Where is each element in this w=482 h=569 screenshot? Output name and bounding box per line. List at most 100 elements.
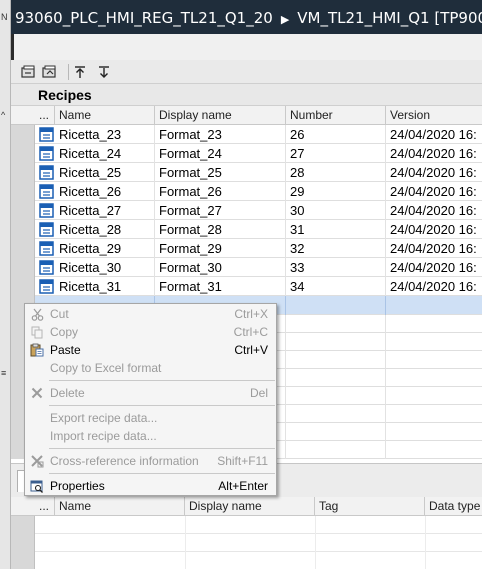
breadcrumb-project[interactable]: 93060_PLC_HMI_REG_TL21_Q1_20 [15, 9, 273, 27]
cell-name[interactable]: Ricetta_28 [35, 220, 155, 239]
menu-item-paste[interactable]: Paste Ctrl+V [26, 341, 275, 359]
cell-version[interactable] [386, 405, 482, 423]
cell-version[interactable]: 24/04/2020 16: [386, 144, 482, 163]
cell-version[interactable] [386, 369, 482, 387]
menu-item-properties[interactable]: Properties Alt+Enter [26, 477, 275, 495]
cell-display-name[interactable]: Format_26 [155, 182, 286, 201]
row-header[interactable] [11, 163, 35, 182]
column-header-more[interactable]: ... [35, 106, 55, 125]
table-row[interactable]: Ricetta_30 Format_30 33 24/04/2020 16: [11, 258, 482, 277]
cell-display-name[interactable]: Format_27 [155, 201, 286, 220]
cell-number[interactable]: 34 [286, 277, 386, 296]
cell-number[interactable]: 26 [286, 125, 386, 144]
table-row[interactable]: Ricetta_25 Format_25 28 24/04/2020 16: [11, 163, 482, 182]
column-header-more[interactable]: ... [35, 497, 55, 516]
cell-number[interactable]: 29 [286, 182, 386, 201]
table-row[interactable]: Ricetta_27 Format_27 30 24/04/2020 16: [11, 201, 482, 220]
cell-version[interactable] [386, 296, 482, 315]
table-row[interactable]: Ricetta_23 Format_23 26 24/04/2020 16: [11, 125, 482, 144]
cell-name[interactable]: Ricetta_30 [35, 258, 155, 277]
cell-name[interactable]: Ricetta_29 [35, 239, 155, 258]
menu-item-cross-reference[interactable]: Cross-reference information Shift+F11 [26, 452, 275, 470]
recipe-import-icon[interactable] [41, 63, 59, 81]
menu-item-cut[interactable]: Cut Ctrl+X [26, 305, 275, 323]
column-header-version[interactable]: Version [386, 106, 482, 125]
cell-number[interactable] [286, 351, 386, 369]
table-row[interactable]: Ricetta_24 Format_24 27 24/04/2020 16: [11, 144, 482, 163]
row-header[interactable] [11, 144, 35, 163]
cell-number[interactable] [286, 296, 386, 315]
cell-number[interactable] [286, 423, 386, 441]
row-header[interactable] [11, 534, 35, 552]
table-row-empty[interactable] [11, 552, 482, 569]
recipe-add-icon[interactable] [20, 63, 38, 81]
cell-version[interactable]: 24/04/2020 16: [386, 201, 482, 220]
cell-display-name[interactable]: Format_30 [155, 258, 286, 277]
row-header[interactable] [11, 182, 35, 201]
table-row[interactable]: Ricetta_29 Format_29 32 24/04/2020 16: [11, 239, 482, 258]
cell-display-name[interactable]: Format_31 [155, 277, 286, 296]
cell-number[interactable]: 33 [286, 258, 386, 277]
cell-version[interactable] [386, 351, 482, 369]
cell-name[interactable]: Ricetta_24 [35, 144, 155, 163]
cell-version[interactable]: 24/04/2020 16: [386, 163, 482, 182]
cell-display-name[interactable]: Format_23 [155, 125, 286, 144]
cell-version[interactable]: 24/04/2020 16: [386, 125, 482, 144]
row-header[interactable] [11, 239, 35, 258]
cell-number[interactable]: 27 [286, 144, 386, 163]
cell-number[interactable] [286, 387, 386, 405]
cell-name[interactable]: Ricetta_27 [35, 201, 155, 220]
row-header[interactable] [11, 258, 35, 277]
move-down-icon[interactable] [95, 63, 113, 81]
column-header-name[interactable]: Name [55, 106, 155, 125]
row-header[interactable] [11, 125, 35, 144]
cell-number[interactable] [286, 369, 386, 387]
cell-name[interactable]: Ricetta_23 [35, 125, 155, 144]
cell-name[interactable]: Ricetta_25 [35, 163, 155, 182]
cell-number[interactable]: 31 [286, 220, 386, 239]
cell-number[interactable]: 28 [286, 163, 386, 182]
cell-number[interactable]: 30 [286, 201, 386, 220]
row-header[interactable] [11, 201, 35, 220]
cell-number[interactable]: 32 [286, 239, 386, 258]
cell-display-name[interactable]: Format_24 [155, 144, 286, 163]
column-header-number[interactable]: Number [286, 106, 386, 125]
cell-number[interactable] [286, 441, 386, 459]
move-up-icon[interactable] [71, 63, 89, 81]
menu-item-export-recipe-data[interactable]: Export recipe data... [26, 409, 275, 427]
row-header[interactable] [11, 277, 35, 296]
menu-item-delete[interactable]: Delete Del [26, 384, 275, 402]
cell-number[interactable] [286, 405, 386, 423]
cell-display-name[interactable]: Format_29 [155, 239, 286, 258]
cell-number[interactable] [286, 333, 386, 351]
column-header-display-name[interactable]: Display name [185, 497, 315, 516]
menu-item-import-recipe-data[interactable]: Import recipe data... [26, 427, 275, 445]
column-header-display-name[interactable]: Display name [155, 106, 286, 125]
cell-version[interactable]: 24/04/2020 16: [386, 277, 482, 296]
cell-version[interactable]: 24/04/2020 16: [386, 258, 482, 277]
cell-display-name[interactable]: Format_28 [155, 220, 286, 239]
cell-version[interactable] [386, 441, 482, 459]
row-header[interactable] [11, 552, 35, 569]
table-row[interactable]: Ricetta_28 Format_28 31 24/04/2020 16: [11, 220, 482, 239]
table-row[interactable]: Ricetta_26 Format_26 29 24/04/2020 16: [11, 182, 482, 201]
cell-number[interactable] [286, 315, 386, 333]
cell-version[interactable] [386, 387, 482, 405]
cell-version[interactable] [386, 423, 482, 441]
cell-version[interactable]: 24/04/2020 16: [386, 182, 482, 201]
cell-name[interactable]: Ricetta_26 [35, 182, 155, 201]
cell-version[interactable] [386, 315, 482, 333]
breadcrumb-device[interactable]: VM_TL21_HMI_Q1 [TP900 Comfort] [297, 9, 482, 27]
table-row-empty[interactable] [11, 534, 482, 552]
row-header[interactable] [11, 516, 35, 534]
cell-version[interactable]: 24/04/2020 16: [386, 239, 482, 258]
column-header-name[interactable]: Name [55, 497, 185, 516]
cell-display-name[interactable]: Format_25 [155, 163, 286, 182]
column-header-data-type[interactable]: Data type [425, 497, 482, 516]
table-row[interactable]: Ricetta_31 Format_31 34 24/04/2020 16: [11, 277, 482, 296]
cell-name[interactable]: Ricetta_31 [35, 277, 155, 296]
menu-item-copy-to-excel[interactable]: Copy to Excel format [26, 359, 275, 377]
cell-version[interactable]: 24/04/2020 16: [386, 220, 482, 239]
cell-version[interactable] [386, 333, 482, 351]
row-header[interactable] [11, 220, 35, 239]
